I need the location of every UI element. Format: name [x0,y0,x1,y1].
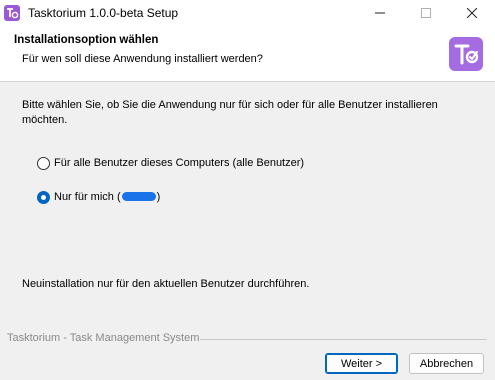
page-subtitle: Für wen soll diese Anwendung installiert… [22,53,263,65]
close-button[interactable] [449,0,495,26]
radio-all-users[interactable] [37,156,50,170]
page-title: Installationsoption wählen [14,34,159,46]
option-current-user-label[interactable]: Nur für mich () [54,191,160,203]
title-bar: Tasktorium 1.0.0-beta Setup [0,0,495,26]
app-icon [4,5,20,21]
instructions-text: Bitte wählen Sie, ob Sie die Anwendung n… [22,99,438,126]
branding-text: Tasktorium - Task Management System [7,332,200,344]
tasktorium-logo-icon [449,37,483,71]
close-icon [467,8,477,18]
install-note: Neuinstallation nur für den aktuellen Be… [22,278,310,290]
option-all-users-label[interactable]: Für alle Benutzer dieses Computers (alle… [54,157,304,169]
option-current-user[interactable]: Nur für mich () [37,188,160,206]
option-all-users[interactable]: Für alle Benutzer dieses Computers (alle… [37,154,304,172]
window-title: Tasktorium 1.0.0-beta Setup [28,6,179,20]
maximize-icon [421,8,431,18]
cancel-button[interactable]: Abbrechen [409,353,484,374]
next-button[interactable]: Weiter > [325,353,398,374]
minimize-button[interactable] [357,0,403,26]
maximize-button [403,0,449,26]
branding-divider [200,339,487,340]
option-current-user-prefix: Nur für mich ( [54,191,121,203]
radio-current-user[interactable] [37,190,50,204]
minimize-icon [375,12,385,14]
option-current-user-suffix: ) [156,191,161,203]
wizard-header: Installationsoption wählen Für wen soll … [0,26,495,82]
redacted-username [121,192,156,201]
